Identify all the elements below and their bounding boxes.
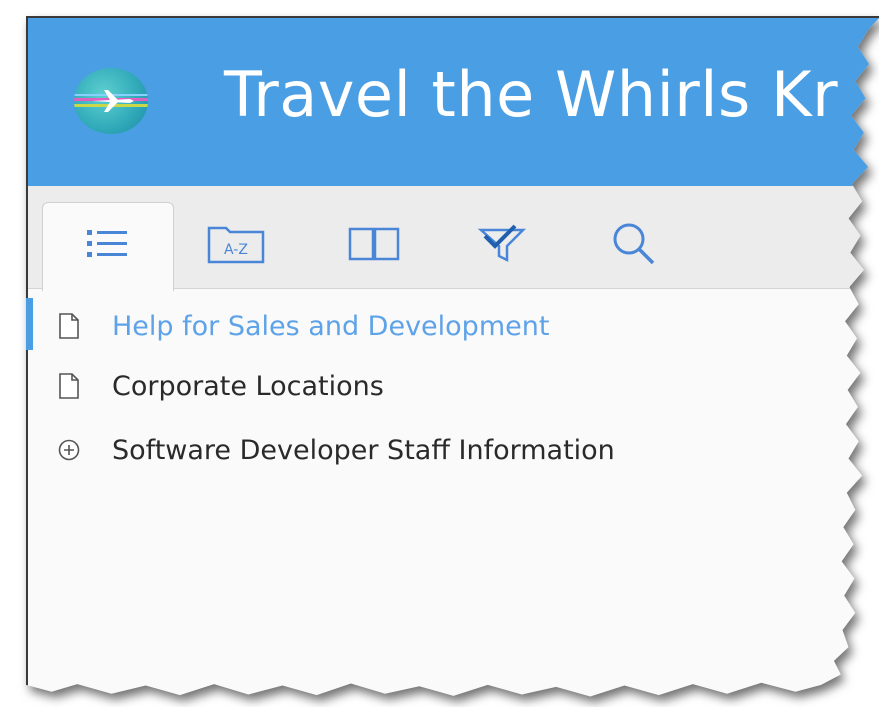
tab-filter[interactable] (472, 218, 532, 270)
navigation-toolbar: A-Z (28, 186, 879, 291)
page-title: Travel the Whirls Kr (224, 58, 839, 131)
page-icon (56, 371, 82, 401)
page-icon (56, 311, 82, 341)
toc-item-help-for-sales[interactable]: Help for Sales and Development (56, 304, 549, 348)
book-icon (348, 227, 400, 261)
index-az-icon: A-Z (207, 226, 265, 264)
tab-search[interactable] (604, 218, 664, 270)
expand-plus-icon[interactable] (56, 435, 82, 465)
toc-item-label: Help for Sales and Development (112, 310, 550, 342)
globe-airplane-icon (74, 68, 148, 134)
tab-book[interactable] (344, 218, 404, 270)
toc-item-label: Software Developer Staff Information (112, 434, 615, 466)
index-az-label: A-Z (224, 242, 248, 258)
help-window-frame: Travel the Whirls Kr A-Z Help for Sales … (0, 0, 879, 707)
active-item-indicator (26, 298, 33, 350)
tab-index-az[interactable]: A-Z (206, 218, 266, 270)
help-window: Travel the Whirls Kr A-Z Help for Sales … (26, 16, 879, 697)
list-icon[interactable] (78, 218, 138, 270)
search-icon (613, 223, 655, 265)
toc-item-software-developer-staff[interactable]: Software Developer Staff Information (56, 428, 615, 472)
header-banner: Travel the Whirls Kr (28, 18, 879, 186)
toc-item-label: Corporate Locations (112, 370, 384, 402)
filter-icon (477, 224, 527, 263)
toc-item-corporate-locations[interactable]: Corporate Locations (56, 364, 384, 408)
